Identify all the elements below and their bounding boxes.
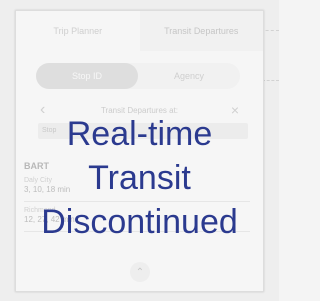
mode-toggle: Stop ID Agency	[36, 63, 240, 89]
toggle-agency[interactable]: Agency	[138, 63, 240, 89]
toggle-stop-id[interactable]: Stop ID	[36, 63, 138, 89]
discontinued-overlay: Real-time Transit Discontinued	[0, 112, 279, 244]
overlay-line-1: Real-time	[66, 115, 213, 153]
tab-bar: Trip Planner Transit Departures	[16, 11, 263, 51]
overlay-line-2: Transit	[88, 159, 191, 197]
overlay-line-3: Discontinued	[41, 203, 238, 241]
tab-transit-departures[interactable]: Transit Departures	[139, 11, 263, 51]
tab-trip-planner[interactable]: Trip Planner	[16, 11, 140, 51]
map-road	[262, 80, 279, 81]
chevron-up-icon[interactable]: ⌃	[130, 262, 150, 282]
